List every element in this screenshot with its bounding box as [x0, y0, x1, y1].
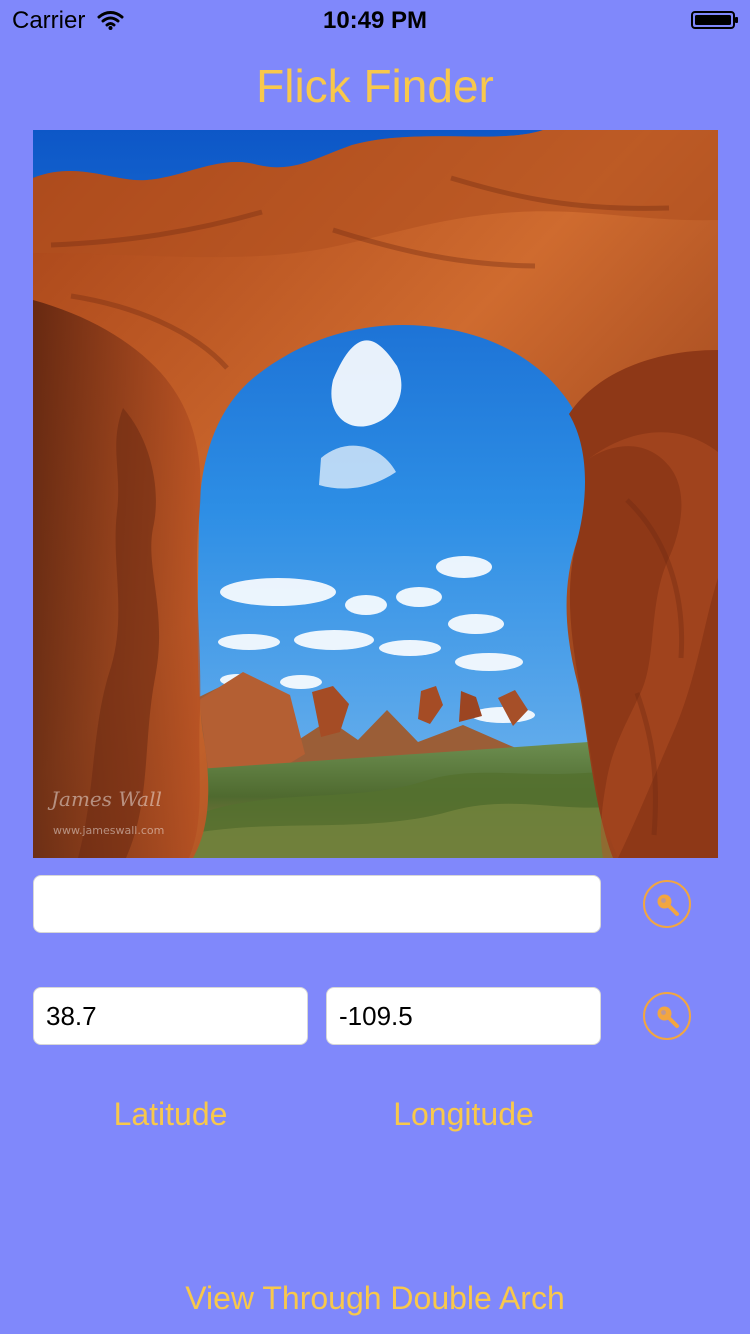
svg-text:www.jameswall.com: www.jameswall.com [53, 824, 164, 837]
battery-icon [691, 11, 738, 29]
search-phrase-input[interactable] [33, 875, 601, 933]
latitude-input[interactable] [33, 987, 308, 1045]
search-icon [657, 1006, 679, 1028]
search-icon [657, 894, 679, 916]
arch-photo: James Wall www.jameswall.com [33, 130, 718, 858]
phrase-search-button[interactable] [643, 880, 691, 928]
svg-text:James Wall: James Wall [47, 787, 162, 811]
status-time: 10:49 PM [322, 7, 428, 34]
geo-search-button[interactable] [643, 992, 691, 1040]
status-bar: Carrier 10:49 PM [0, 0, 750, 40]
app-title: Flick Finder [256, 60, 494, 112]
longitude-label: Longitude [393, 1096, 534, 1132]
longitude-input[interactable] [326, 987, 601, 1045]
photo-title: View Through Double Arch [185, 1280, 565, 1316]
latitude-label: Latitude [113, 1096, 228, 1132]
